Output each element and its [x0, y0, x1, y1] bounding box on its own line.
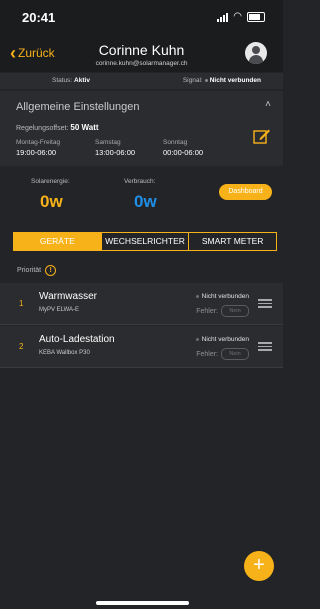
- schedule-time: 13:00-06:00: [95, 148, 136, 157]
- status-label: Status:: [52, 77, 73, 84]
- add-device-button[interactable]: +: [244, 551, 274, 581]
- schedule-time: 19:00-06:00: [16, 148, 57, 157]
- signal-indicator: Signal: Nicht verbunden: [183, 77, 261, 84]
- cellular-signal-icon: [217, 12, 229, 22]
- back-button[interactable]: ‹ Zurück: [10, 43, 55, 63]
- back-label: Zurück: [18, 46, 55, 60]
- user-title: Corinne Kuhn corinne.kuhn@solarmanager.c…: [70, 42, 213, 67]
- device-model: KEBA Wallbox P30: [39, 350, 90, 356]
- device-model: MyPV ELWA-E: [39, 307, 80, 313]
- offset-value: 50 Watt: [70, 123, 99, 132]
- schedule-saturday: Samstag 13:00-06:00: [95, 139, 135, 157]
- schedule-sunday: Sonntag 00:00-06:00: [163, 139, 203, 157]
- info-icon[interactable]: !: [45, 265, 57, 276]
- chevron-up-icon[interactable]: ˄: [265, 99, 271, 110]
- schedule-weekdays: Montag-Freitag 19:00-06:00: [16, 139, 60, 157]
- dashboard-button[interactable]: Dashboard: [219, 184, 272, 200]
- panel-title: Allgemeine Einstellungen: [16, 101, 140, 113]
- device-status: Nicht verbunden: [195, 293, 249, 300]
- device-status: Nicht verbunden: [195, 336, 249, 343]
- device-status-text: Nicht verbunden: [201, 293, 249, 300]
- device-status-text: Nicht verbunden: [201, 336, 249, 343]
- avatar-icon[interactable]: [245, 42, 267, 64]
- device-priority-number: 1: [19, 299, 24, 308]
- consumption-value: 0w: [134, 192, 157, 211]
- device-priority-number: 2: [19, 342, 24, 351]
- edit-icon[interactable]: [253, 127, 271, 145]
- consumption-label: Verbrauch:: [124, 178, 156, 185]
- user-name: Corinne Kuhn: [98, 42, 185, 58]
- priority-label: Priorität: [17, 267, 42, 274]
- tab-smart-meter[interactable]: SMART METER: [188, 233, 276, 250]
- device-name: Warmwasser: [39, 291, 97, 302]
- device-row[interactable]: 2 Auto-Ladestation KEBA Wallbox P30 Nich…: [0, 326, 283, 368]
- solar-label: Solarenergie:: [31, 178, 70, 185]
- solar-value: 0w: [40, 192, 63, 211]
- status-row: Status: Aktiv Signal: Nicht verbunden: [0, 73, 283, 89]
- general-settings-panel: Allgemeine Einstellungen ˄ Regelungsoffs…: [0, 91, 283, 166]
- device-error: Fehler: Nein: [196, 348, 249, 360]
- status-value: Aktiv: [74, 77, 90, 84]
- app-header: ‹ Zurück Corinne Kuhn corinne.kuhn@solar…: [0, 36, 283, 72]
- signal-dot-icon: [204, 78, 208, 82]
- priority-header: Priorität !: [17, 265, 57, 276]
- control-offset: Regelungsoffset: 50 Watt: [16, 123, 99, 132]
- device-name: Auto-Ladestation: [39, 334, 115, 345]
- signal-label: Signal:: [182, 77, 203, 84]
- error-label: Fehler:: [196, 350, 218, 358]
- schedule-time: 00:00-06:00: [163, 148, 204, 157]
- energy-summary: Solarenergie: 0w Verbrauch: 0w Dashboard: [0, 166, 283, 224]
- user-email: corinne.kuhn@solarmanager.ch: [95, 60, 188, 67]
- status-indicator: Status: Aktiv: [52, 77, 90, 84]
- schedule-day: Montag-Freitag: [16, 139, 61, 146]
- system-icons: ◠: [217, 12, 265, 22]
- status-bar: 20:41 ◠: [0, 0, 283, 36]
- home-indicator[interactable]: [96, 601, 189, 605]
- error-label: Fehler:: [196, 307, 218, 315]
- drag-handle-icon[interactable]: [258, 342, 272, 353]
- device-row[interactable]: 1 Warmwasser MyPV ELWA-E Nicht verbunden…: [0, 283, 283, 325]
- schedule-day: Sonntag: [163, 139, 188, 146]
- wifi-icon: ◠: [233, 11, 242, 22]
- error-pill: Nein: [221, 305, 249, 317]
- chevron-left-icon: ‹: [10, 43, 16, 63]
- tab-inverter[interactable]: WECHSELRICHTER: [100, 233, 189, 250]
- status-dot-icon: [195, 294, 199, 298]
- schedule-day: Samstag: [95, 139, 121, 146]
- device-tabs: GERÄTE WECHSELRICHTER SMART METER: [13, 232, 277, 251]
- drag-handle-icon[interactable]: [258, 299, 272, 310]
- offset-label: Regelungsoffset:: [16, 125, 69, 132]
- status-dot-icon: [195, 337, 199, 341]
- clock: 20:41: [22, 10, 56, 25]
- tab-devices[interactable]: GERÄTE: [14, 233, 101, 250]
- battery-icon: [247, 12, 265, 22]
- signal-value: Nicht verbunden: [209, 77, 261, 84]
- device-error: Fehler: Nein: [196, 305, 249, 317]
- error-pill: Nein: [221, 348, 249, 360]
